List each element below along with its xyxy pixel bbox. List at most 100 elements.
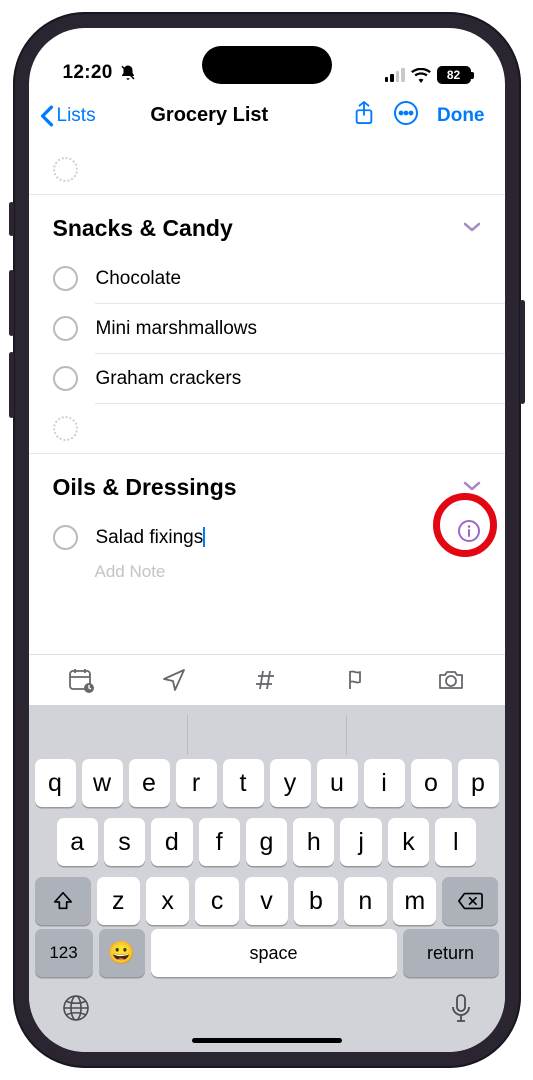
- radio-unchecked[interactable]: [53, 366, 78, 391]
- item-label[interactable]: Salad fixings: [96, 527, 206, 549]
- page-title: Grocery List: [74, 104, 345, 127]
- hash-icon: [252, 667, 278, 693]
- key-s[interactable]: s: [104, 818, 145, 866]
- more-button[interactable]: [393, 100, 419, 131]
- keyboard-row-2: a s d f g h j k l: [35, 818, 499, 866]
- shift-key[interactable]: [35, 877, 91, 925]
- share-icon: [353, 100, 375, 126]
- backspace-icon: [457, 891, 483, 911]
- key-u[interactable]: u: [317, 759, 358, 807]
- new-reminder-row[interactable]: [29, 145, 505, 194]
- list-item[interactable]: Mini marshmallows: [29, 304, 505, 353]
- key-d[interactable]: d: [151, 818, 192, 866]
- key-k[interactable]: k: [388, 818, 429, 866]
- text-cursor: [203, 527, 205, 547]
- location-button[interactable]: [161, 667, 187, 693]
- phone-frame: 12:20 82: [13, 12, 521, 1068]
- new-reminder-row[interactable]: [29, 404, 505, 453]
- status-time: 12:20: [63, 62, 113, 84]
- radio-unchecked[interactable]: [53, 525, 78, 550]
- radio-unchecked[interactable]: [53, 316, 78, 341]
- key-m[interactable]: m: [393, 877, 436, 925]
- key-j[interactable]: j: [340, 818, 381, 866]
- backspace-key[interactable]: [442, 877, 498, 925]
- navigation-bar: Lists Grocery List Done: [29, 86, 505, 145]
- bell-slash-icon: [119, 64, 137, 82]
- ellipsis-circle-icon: [393, 100, 419, 126]
- done-button[interactable]: Done: [437, 105, 485, 127]
- key-e[interactable]: e: [129, 759, 170, 807]
- key-t[interactable]: t: [223, 759, 264, 807]
- key-o[interactable]: o: [411, 759, 452, 807]
- return-key[interactable]: return: [403, 929, 499, 977]
- section-title: Oils & Dressings: [53, 474, 237, 501]
- volume-up-button[interactable]: [9, 270, 14, 336]
- flag-button[interactable]: [344, 667, 370, 693]
- add-note-field[interactable]: Add Note: [95, 562, 505, 594]
- camera-icon: [436, 668, 466, 692]
- chevron-down-icon[interactable]: [463, 479, 481, 497]
- key-i[interactable]: i: [364, 759, 405, 807]
- key-g[interactable]: g: [246, 818, 287, 866]
- key-x[interactable]: x: [146, 877, 189, 925]
- item-label: Mini marshmallows: [96, 318, 258, 340]
- key-l[interactable]: l: [435, 818, 476, 866]
- keyboard[interactable]: q w e r t y u i o p a s d f g h: [29, 705, 505, 1052]
- key-n[interactable]: n: [344, 877, 387, 925]
- key-q[interactable]: q: [35, 759, 76, 807]
- key-b[interactable]: b: [294, 877, 337, 925]
- keyboard-row-4: 123 😀 space return: [29, 929, 505, 985]
- list-item-editing[interactable]: Salad fixings: [29, 513, 505, 562]
- key-z[interactable]: z: [97, 877, 140, 925]
- item-label: Chocolate: [96, 268, 182, 290]
- screen: 12:20 82: [29, 28, 505, 1052]
- key-r[interactable]: r: [176, 759, 217, 807]
- radio-empty: [53, 416, 78, 441]
- signal-icon: [385, 68, 405, 82]
- numbers-key[interactable]: 123: [35, 929, 93, 977]
- key-c[interactable]: c: [195, 877, 238, 925]
- globe-icon: [61, 993, 91, 1023]
- reminders-list[interactable]: Snacks & Candy Chocolate Mini marshmallo…: [29, 145, 505, 654]
- mic-key[interactable]: [449, 993, 473, 1030]
- key-f[interactable]: f: [199, 818, 240, 866]
- volume-down-button[interactable]: [9, 352, 14, 418]
- mic-icon: [449, 993, 473, 1025]
- emoji-icon: 😀: [108, 940, 135, 966]
- battery-icon: 82: [437, 66, 471, 84]
- camera-button[interactable]: [436, 668, 466, 692]
- chevron-down-icon[interactable]: [463, 220, 481, 238]
- tag-button[interactable]: [252, 667, 278, 693]
- home-indicator[interactable]: [192, 1038, 342, 1043]
- radio-empty: [53, 157, 78, 182]
- power-button[interactable]: [520, 300, 525, 404]
- item-label: Graham crackers: [96, 368, 242, 390]
- key-y[interactable]: y: [270, 759, 311, 807]
- key-v[interactable]: v: [245, 877, 288, 925]
- radio-unchecked[interactable]: [53, 266, 78, 291]
- calendar-button[interactable]: [67, 667, 95, 693]
- keyboard-suggestions[interactable]: [29, 715, 505, 755]
- battery-percent: 82: [447, 68, 460, 82]
- key-a[interactable]: a: [57, 818, 98, 866]
- share-button[interactable]: [353, 100, 375, 131]
- location-icon: [161, 667, 187, 693]
- dynamic-island: [202, 46, 332, 84]
- list-item[interactable]: Graham crackers: [29, 354, 505, 403]
- chevron-left-icon: [39, 105, 55, 127]
- quick-toolbar: [29, 654, 505, 705]
- globe-key[interactable]: [61, 993, 91, 1030]
- silence-switch[interactable]: [9, 202, 14, 236]
- list-item[interactable]: Chocolate: [29, 254, 505, 303]
- section-title: Snacks & Candy: [53, 215, 233, 242]
- calendar-badge-icon: [67, 667, 95, 693]
- keyboard-row-1: q w e r t y u i o p: [35, 759, 499, 807]
- key-h[interactable]: h: [293, 818, 334, 866]
- key-w[interactable]: w: [82, 759, 123, 807]
- section-header-snacks[interactable]: Snacks & Candy: [29, 195, 505, 254]
- key-p[interactable]: p: [458, 759, 499, 807]
- info-button[interactable]: [457, 519, 481, 548]
- emoji-key[interactable]: 😀: [99, 929, 145, 977]
- space-key[interactable]: space: [151, 929, 397, 977]
- section-header-oils[interactable]: Oils & Dressings: [29, 454, 505, 513]
